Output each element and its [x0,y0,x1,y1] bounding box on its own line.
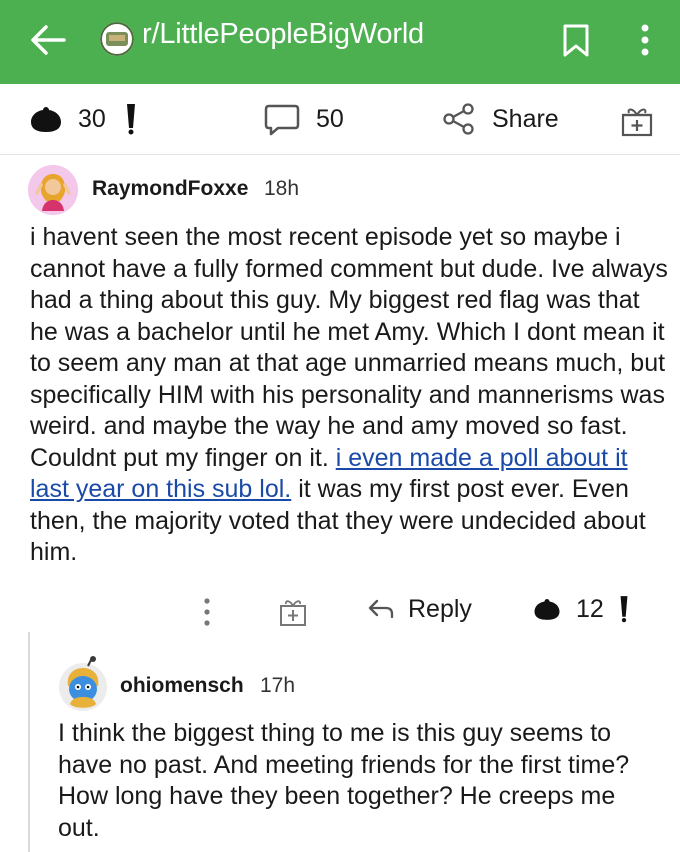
post-action-bar: 30 50 Share [0,84,680,155]
avatar[interactable] [58,656,108,712]
post-vote-group: 30 [28,102,138,136]
reply-button[interactable]: Reply [366,594,472,624]
reply-arrow-icon [368,599,394,619]
more-options-icon[interactable] [196,596,218,628]
reply-label: Reply [408,594,472,623]
share-icon [443,103,474,135]
post-vote-count: 30 [78,104,106,133]
comment-timestamp: 17h [260,674,296,697]
downvote-icon[interactable] [124,102,138,136]
comment-timestamp: 18h [264,177,300,200]
back-arrow-icon[interactable] [24,16,72,64]
award-gift-icon[interactable] [620,104,654,138]
comment-bubble-icon [264,104,300,136]
comment-username[interactable]: RaymondFoxxe [92,177,248,201]
comment-body: i havent seen the most recent episode ye… [30,222,670,569]
comment-body: I think the biggest thing to me is this … [58,719,630,842]
subreddit-title[interactable]: r/LittlePeopleBigWorld [142,18,424,51]
avatar[interactable] [28,165,78,215]
share-button[interactable]: Share [442,102,559,136]
subreddit-icon[interactable] [100,22,134,56]
downvote-icon[interactable] [618,594,630,624]
comment-text: i havent seen the most recent episode ye… [30,223,668,472]
thread-line[interactable] [28,632,30,852]
comment-vote-count: 12 [576,594,604,623]
comment-username[interactable]: ohiomensch [120,674,244,698]
comments-button[interactable]: 50 [264,102,344,136]
more-options-icon[interactable] [630,20,660,60]
comment-vote-group: 12 [532,594,630,624]
comment-action-bar: Reply 12 [0,592,680,632]
comment-count: 50 [316,104,344,133]
bookmark-icon[interactable] [556,20,596,60]
upvote-icon[interactable] [532,595,562,623]
award-gift-icon[interactable] [278,596,308,628]
top-app-bar: r/LittlePeopleBigWorld [0,0,680,84]
share-label: Share [492,104,559,133]
upvote-icon[interactable] [28,104,64,134]
